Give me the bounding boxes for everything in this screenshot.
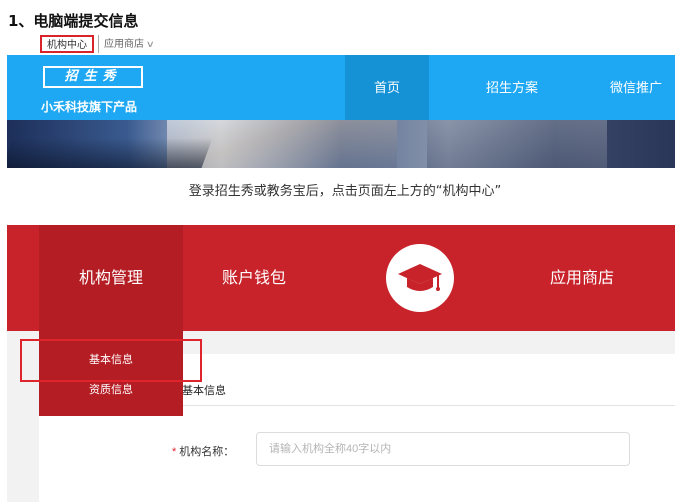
required-mark: * [172, 446, 177, 458]
nav-enrollment-plan[interactable]: 招生方案 [462, 55, 562, 120]
org-center-link[interactable]: 机构中心 [40, 35, 94, 53]
graduation-cap-icon [386, 244, 454, 312]
org-name-label: * 机构名称： [172, 443, 234, 459]
nav-account-wallet[interactable]: 账户钱包 [222, 225, 286, 331]
org-name-label-text: 机构名称： [179, 446, 235, 458]
nav-separator [98, 35, 99, 53]
chevron-down-icon: ∨ [145, 39, 155, 49]
step-heading: 1、电脑端提交信息 [8, 12, 139, 30]
tab-basic-info[interactable]: 基本信息 [182, 382, 226, 398]
org-header: 机构管理 账户钱包 应用商店 [7, 225, 675, 331]
nav-home[interactable]: 首页 [345, 55, 429, 120]
app-store-label: 应用商店 [104, 39, 144, 50]
highlight-annotation [20, 339, 202, 382]
logo[interactable]: 招生秀 [43, 66, 143, 88]
org-name-input[interactable] [256, 432, 630, 466]
caption: 登录招生秀或教务宝后，点击页面左上方的“机构中心” [188, 184, 502, 199]
app-store-link[interactable]: 应用商店 ∨ [104, 35, 155, 53]
nav-org-management[interactable]: 机构管理 [39, 225, 183, 331]
nav-app-store[interactable]: 应用商店 [550, 225, 614, 331]
logo-subtitle: 小禾科技旗下产品 [41, 100, 138, 114]
nav-wechat-promotion[interactable]: 微信推广 [597, 55, 675, 120]
menu-item-qualification-info[interactable]: 资质信息 [39, 381, 183, 397]
site-header: 招生秀 小禾科技旗下产品 首页 招生方案 微信推广 [7, 55, 675, 120]
banner-image [7, 120, 675, 168]
